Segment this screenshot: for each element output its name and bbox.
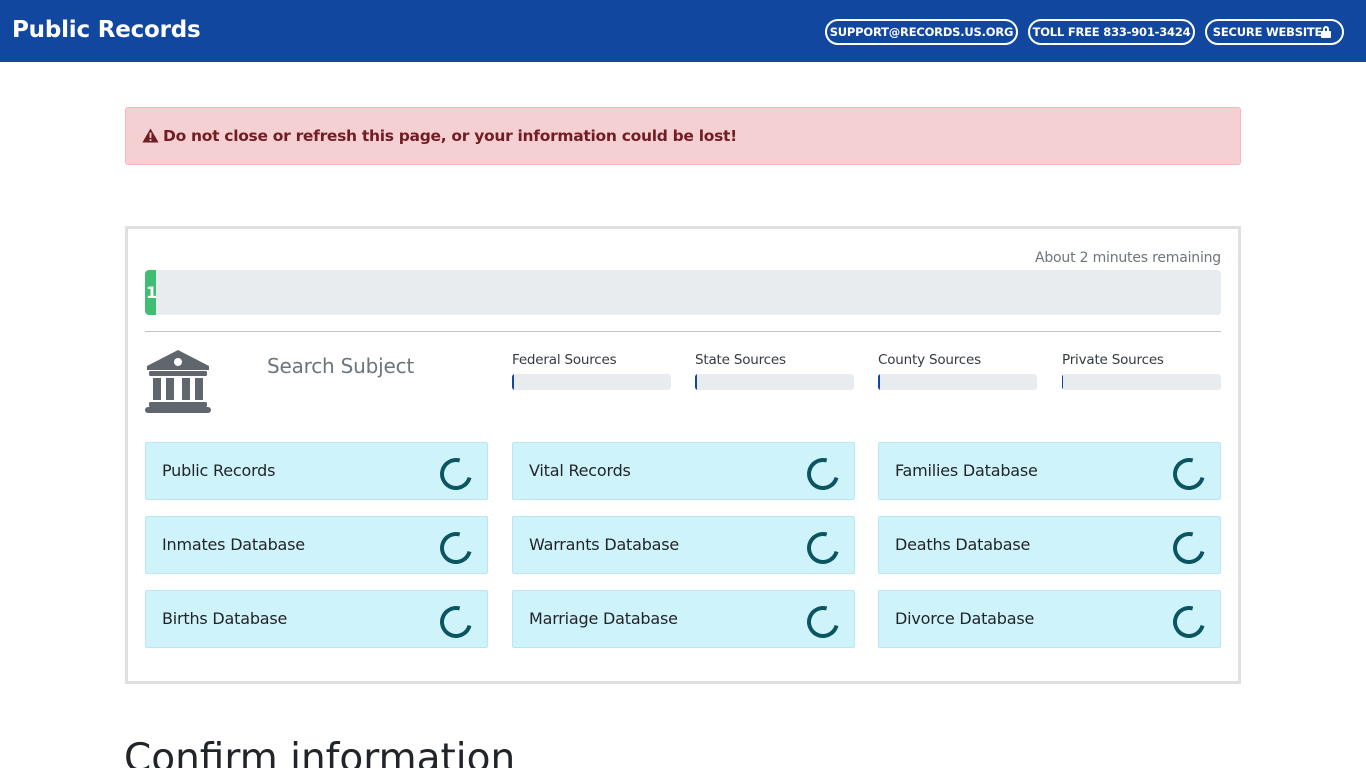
warning-alert: Do not close or refresh this page, or yo… (125, 107, 1241, 165)
database-tile-marriage: Marriage Database (512, 590, 855, 648)
search-progress-fill: 1% (145, 270, 156, 315)
toll-free-phone-link[interactable]: TOLL FREE 833-901-3424 (1028, 19, 1195, 45)
source-label: Federal Sources (512, 352, 617, 368)
warning-alert-text: Do not close or refresh this page, or yo… (163, 127, 737, 145)
lock-icon (1321, 26, 1331, 38)
source-progress-fill (512, 374, 514, 390)
database-tile-inmates: Inmates Database (145, 516, 488, 574)
database-tile-families: Families Database (878, 442, 1221, 500)
source-label: Private Sources (1062, 352, 1164, 368)
search-progress-card: About 2 minutes remaining 1% Search Subj… (125, 226, 1241, 684)
loading-spinner-icon (1167, 600, 1211, 644)
divider (145, 331, 1221, 332)
secure-website-badge: SECURE WEBSITE (1205, 19, 1344, 45)
private-sources: Private Sources (1062, 352, 1222, 390)
database-tile-births: Births Database (145, 590, 488, 648)
database-tile-divorce: Divorce Database (878, 590, 1221, 648)
database-label: Inmates Database (162, 535, 305, 554)
warning-icon (142, 128, 159, 143)
source-progress-fill (1062, 374, 1063, 390)
database-label: Deaths Database (895, 535, 1031, 554)
database-tile-public-records: Public Records (145, 442, 488, 500)
loading-spinner-icon (434, 452, 478, 496)
database-label: Public Records (162, 461, 276, 480)
time-remaining-text: About 2 minutes remaining (1034, 250, 1221, 266)
loading-spinner-icon (801, 452, 845, 496)
county-sources: County Sources (878, 352, 1038, 390)
database-label: Warrants Database (529, 535, 680, 554)
database-tile-vital-records: Vital Records (512, 442, 855, 500)
loading-spinner-icon (1167, 526, 1211, 570)
bank-icon (145, 350, 211, 413)
source-progress-bar (1062, 374, 1221, 390)
database-label: Divorce Database (895, 609, 1035, 628)
secure-website-label: SECURE WEBSITE (1212, 25, 1323, 39)
database-tile-warrants: Warrants Database (512, 516, 855, 574)
database-label: Vital Records (529, 461, 631, 480)
source-progress-fill (878, 374, 880, 390)
state-sources: State Sources (695, 352, 855, 390)
source-progress-fill (695, 374, 697, 390)
source-label: State Sources (695, 352, 786, 368)
source-progress-bar (878, 374, 1037, 390)
loading-spinner-icon (434, 600, 478, 644)
top-navbar: Public Records SUPPORT@RECORDS.US.ORG TO… (0, 0, 1366, 62)
source-progress-bar (512, 374, 671, 390)
database-label: Families Database (895, 461, 1038, 480)
brand-logo[interactable]: Public Records (12, 15, 201, 45)
confirm-information-heading: Confirm information (124, 736, 516, 768)
federal-sources: Federal Sources (512, 352, 672, 390)
search-progress-bar: 1% (145, 270, 1221, 315)
database-label: Marriage Database (529, 609, 678, 628)
loading-spinner-icon (801, 600, 845, 644)
loading-spinner-icon (1167, 452, 1211, 496)
source-progress-bar (695, 374, 854, 390)
support-email-link[interactable]: SUPPORT@RECORDS.US.ORG (825, 19, 1018, 45)
loading-spinner-icon (434, 526, 478, 570)
loading-spinner-icon (801, 526, 845, 570)
database-tile-deaths: Deaths Database (878, 516, 1221, 574)
source-label: County Sources (878, 352, 981, 368)
database-label: Births Database (162, 609, 288, 628)
search-subject-label: Search Subject (267, 354, 415, 378)
